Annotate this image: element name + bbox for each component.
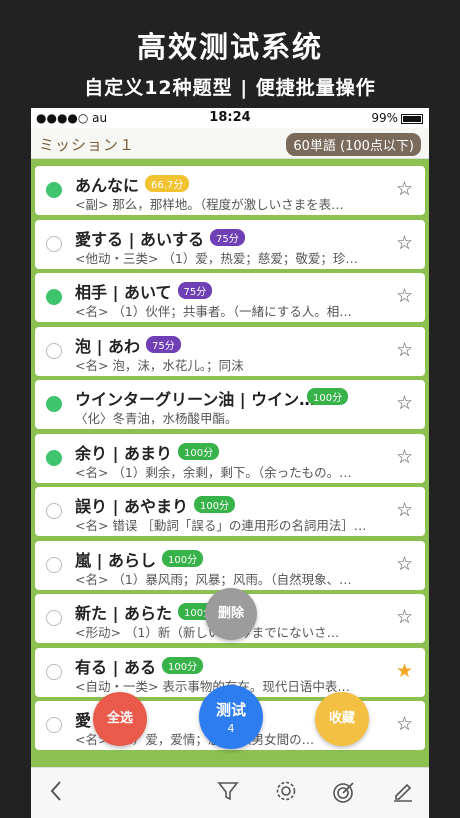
star-icon[interactable]: ☆ xyxy=(396,553,413,575)
word-heading: 相手 | あいて 75分 xyxy=(75,279,213,303)
word-list-item[interactable]: 相手 | あいて 75分 <名> （1）伙伴；共事者。（一緒にする人。相… ☆ xyxy=(35,273,425,322)
score-badge: 100分 xyxy=(162,656,204,674)
word-heading: 愛 xyxy=(75,707,91,731)
target-icon[interactable] xyxy=(332,780,356,810)
word-heading: 嵐 | あらし 100分 xyxy=(75,547,204,571)
delete-label: 删除 xyxy=(217,606,244,621)
star-icon[interactable]: ☆ xyxy=(396,339,413,361)
status-bar: ●●●●○ au 18:24 99% xyxy=(31,108,429,128)
battery-text: 99% xyxy=(371,111,398,125)
star-icon[interactable]: ☆ xyxy=(396,446,413,468)
select-all-button[interactable]: 全选 xyxy=(93,692,147,746)
word-count-badge[interactable]: 60単語 (100点以下) xyxy=(286,133,421,156)
word-heading: 誤り | あやまり 100分 xyxy=(75,493,236,517)
select-all-label: 全选 xyxy=(106,711,133,726)
battery-indicator: 99% xyxy=(371,111,423,125)
select-circle[interactable] xyxy=(46,235,62,252)
edit-icon[interactable] xyxy=(392,780,414,808)
word-text: ウインターグリーン油 | ウイン… xyxy=(75,390,316,409)
settings-icon[interactable] xyxy=(275,780,297,808)
word-definition: <名> （1）伙伴；共事者。（一緒にする人。相… xyxy=(75,304,352,319)
word-heading: 余り | あまり 100分 xyxy=(75,440,220,464)
page-title: ミッション１ xyxy=(39,136,136,154)
star-icon[interactable]: ☆ xyxy=(396,392,413,414)
word-definition: <他动・三类> （1）爱，热爱；慈爱；敬爱；珍… xyxy=(75,250,358,266)
select-circle[interactable] xyxy=(46,289,62,305)
select-circle[interactable] xyxy=(46,396,62,412)
back-icon[interactable] xyxy=(49,780,63,808)
delete-button[interactable]: 删除 xyxy=(205,588,257,640)
word-text: 愛する | あいする xyxy=(75,229,204,249)
star-icon[interactable]: ☆ xyxy=(396,499,413,521)
promo-subtitle: 自定义12种题型 | 便捷批量操作 xyxy=(84,77,376,99)
word-heading: ウインターグリーン油 | ウイン… xyxy=(75,386,315,410)
word-list-item[interactable]: あんなに 66.7分 <副> 那么，那样地。（程度が激しいさまを表… ☆ xyxy=(35,166,425,215)
star-icon[interactable]: ☆ xyxy=(396,232,413,254)
word-text: 相手 | あいて xyxy=(75,283,172,302)
score-badge: 100分 xyxy=(162,549,204,567)
select-circle[interactable] xyxy=(46,556,62,573)
word-list-item[interactable]: 嵐 | あらし 100分 <名> （1）暴风雨；风暴；风雨。（自然現象、… ☆ xyxy=(35,540,425,590)
select-circle[interactable] xyxy=(46,342,62,359)
phone-screen: ●●●●○ au 18:24 99% ミッション１ 60単語 (100点以下) … xyxy=(31,108,429,818)
star-icon[interactable]: ☆ xyxy=(396,285,413,307)
star-icon[interactable]: ☆ xyxy=(396,178,413,200)
test-count: 4 xyxy=(227,722,235,735)
word-definition: <名> （1）暴风雨；风暴；风雨。（自然現象、… xyxy=(75,571,352,587)
score-badge: 100分 xyxy=(194,496,236,513)
word-text: 有る | ある xyxy=(75,657,156,677)
score-badge: 100分 xyxy=(178,442,220,460)
word-text: 愛 xyxy=(75,711,92,730)
word-text: 誤り | あやまり xyxy=(75,497,188,516)
word-list-item[interactable]: ウインターグリーン油 | ウイン… 100分〈化〉冬青油，水杨酸甲酯。 ☆ xyxy=(35,380,425,429)
test-button[interactable]: 测试 4 xyxy=(199,685,263,749)
word-definition: <副> 那么，那样地。（程度が激しいさまを表… xyxy=(75,197,344,212)
star-icon[interactable]: ★ xyxy=(396,660,413,682)
score-badge: 100分 xyxy=(307,388,349,405)
word-heading: あんなに 66.7分 xyxy=(75,172,190,196)
select-circle[interactable] xyxy=(46,610,62,626)
word-text: あんなに xyxy=(75,176,140,195)
word-definition: 〈化〉冬青油，水杨酸甲酯。 xyxy=(75,411,238,426)
select-circle[interactable] xyxy=(46,663,62,680)
select-circle[interactable] xyxy=(46,182,62,198)
word-heading: 新た | あらた 100分 xyxy=(75,600,220,624)
word-text: 嵐 | あらし xyxy=(75,550,156,570)
filter-icon[interactable] xyxy=(217,780,239,808)
bottom-toolbar xyxy=(31,767,429,818)
word-heading: 泡 | あわ 75分 xyxy=(75,333,181,357)
test-label: 测试 xyxy=(215,701,246,719)
score-badge: 75分 xyxy=(177,282,213,299)
word-definition: <名> 泡，沫，水花儿。；同沫 xyxy=(75,357,244,373)
star-icon[interactable]: ☆ xyxy=(396,713,413,735)
favorite-button[interactable]: 收藏 xyxy=(315,692,369,746)
word-list-item[interactable]: 余り | あまり 100分 <名> （1）剩余，余剩，剩下。（余ったもの。… ☆ xyxy=(35,433,425,483)
word-text: 余り | あまり xyxy=(75,443,172,463)
word-text: 泡 | あわ xyxy=(75,336,140,356)
nav-bar: ミッション１ 60単語 (100点以下) xyxy=(31,128,429,159)
score-badge: 66.7分 xyxy=(145,175,190,192)
word-list: あんなに 66.7分 <副> 那么，那样地。（程度が激しいさまを表… ☆ 愛する | あ… xyxy=(35,166,425,755)
status-time: 18:24 xyxy=(209,110,251,125)
word-heading: 愛する | あいする 75分 xyxy=(75,226,245,250)
promo-title: 高效测试系统 xyxy=(136,30,323,64)
star-icon[interactable]: ☆ xyxy=(396,606,413,628)
word-definition: <名> （1）剩余，余剩，剩下。（余ったもの。… xyxy=(75,464,352,480)
select-circle[interactable] xyxy=(46,503,62,519)
word-list-item[interactable]: 誤り | あやまり 100分 <名> 错误 ［動詞「誤る」の連用形の名詞用法］… ☆ xyxy=(35,487,425,536)
select-circle[interactable] xyxy=(46,449,62,466)
battery-icon xyxy=(401,113,423,124)
word-text: 新た | あらた xyxy=(75,604,172,623)
word-definition: <名> 错误 ［動詞「誤る」の連用形の名詞用法］… xyxy=(75,518,367,533)
word-heading: 有る | ある 100分 xyxy=(75,654,204,678)
word-list-item[interactable]: 泡 | あわ 75分 <名> 泡，沫，水花儿。；同沫 ☆ xyxy=(35,326,425,376)
select-circle[interactable] xyxy=(46,717,62,733)
favorite-label: 收藏 xyxy=(328,711,355,726)
score-badge: 75分 xyxy=(210,228,245,246)
score-badge: 75分 xyxy=(146,335,181,353)
word-list-item[interactable]: 愛する | あいする 75分 <他动・三类> （1）爱，热爱；慈爱；敬爱；珍… ☆ xyxy=(35,219,425,269)
